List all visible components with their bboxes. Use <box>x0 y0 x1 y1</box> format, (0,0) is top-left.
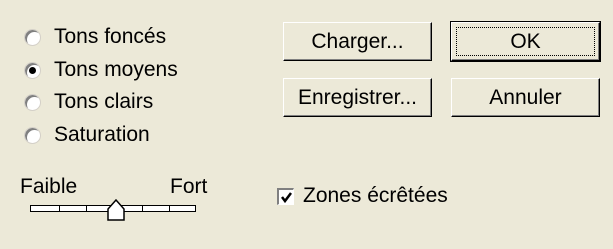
radio-button-icon <box>24 126 41 144</box>
save-button-label: Enregistrer... <box>297 85 418 109</box>
save-button[interactable]: Enregistrer... <box>283 78 432 117</box>
radio-button-icon <box>24 93 41 111</box>
radio-label: Tons moyens <box>54 58 178 81</box>
slider-tick <box>142 206 143 211</box>
load-button-label: Charger... <box>311 29 404 53</box>
slider-tick <box>59 206 60 211</box>
cancel-button-label: Annuler <box>489 85 562 109</box>
slider-max-label: Fort <box>170 175 208 198</box>
slider-thumb-icon[interactable] <box>107 199 125 221</box>
clipping-checkbox-row[interactable]: Zones écrêtées <box>277 184 448 208</box>
radio-label: Tons foncés <box>54 25 167 48</box>
checkbox-icon[interactable] <box>277 187 294 205</box>
radio-option-shadows[interactable]: Tons foncés <box>24 23 166 51</box>
radio-label: Tons clairs <box>54 90 154 113</box>
slider-min-label: Faible <box>20 175 78 198</box>
load-button[interactable]: Charger... <box>283 22 432 61</box>
radio-button-icon <box>24 61 41 79</box>
slider-tick <box>86 206 87 211</box>
radio-option-saturation[interactable]: Saturation <box>24 121 150 149</box>
radio-option-highlights[interactable]: Tons clairs <box>24 88 153 116</box>
radio-option-midtones[interactable]: Tons moyens <box>24 56 178 84</box>
ok-button[interactable]: OK <box>450 21 601 62</box>
cancel-button[interactable]: Annuler <box>451 78 600 117</box>
ok-button-label: OK <box>510 29 541 53</box>
slider-tick <box>169 206 170 211</box>
radio-label: Saturation <box>54 123 150 146</box>
variations-dialog: Tons foncés Tons moyens Tons clairs Satu… <box>0 0 613 249</box>
radio-button-icon <box>24 28 41 46</box>
clipping-checkbox-label: Zones écrêtées <box>303 184 448 207</box>
